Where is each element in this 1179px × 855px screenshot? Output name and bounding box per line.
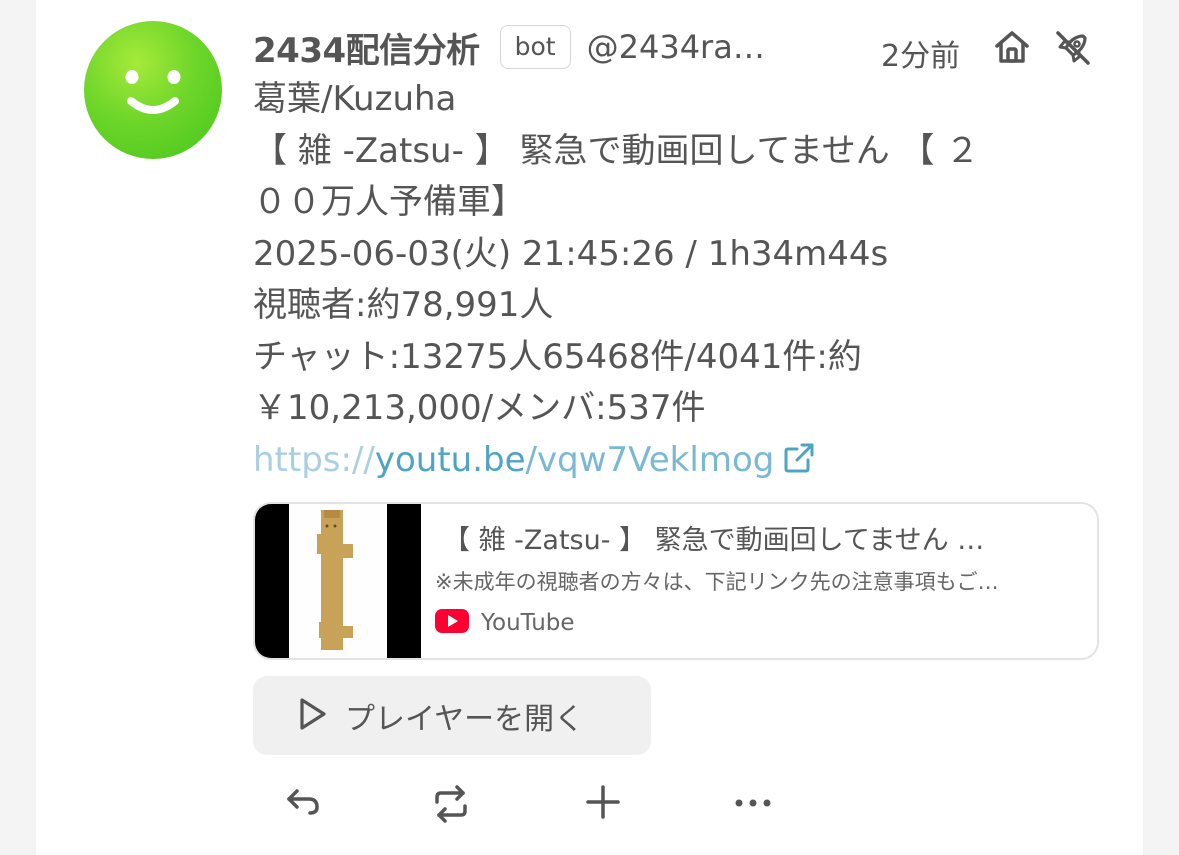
- more-icon[interactable]: [733, 782, 773, 826]
- author-handle[interactable]: @2434ra…: [587, 28, 807, 66]
- thumbnail-image: [289, 504, 387, 658]
- open-player-button[interactable]: プレイヤーを開く: [253, 676, 651, 755]
- text-line: ￥10,213,000/メンバ:537件: [253, 388, 706, 428]
- home-icon: [993, 28, 1031, 70]
- text-line: ００万人予備軍】: [253, 182, 525, 222]
- author-name[interactable]: 2434配信分析: [253, 23, 480, 72]
- note-text: 葛葉/Kuzuha 【 雑 -Zatsu- 】 緊急で動画回してません 【 ２ …: [253, 74, 1083, 490]
- bot-badge: bot: [499, 25, 571, 69]
- open-player-label: プレイヤーを開く: [345, 701, 585, 737]
- preview-site: YouTube: [435, 606, 575, 640]
- rocket-off-icon: [1053, 28, 1093, 72]
- preview-site-name: YouTube: [481, 610, 575, 636]
- link-scheme[interactable]: https://: [253, 440, 375, 480]
- external-link-icon[interactable]: [782, 439, 816, 491]
- plus-icon[interactable]: [583, 782, 623, 826]
- text-line: 2025-06-03(火) 21:45:26 / 1h34m44s: [253, 233, 889, 274]
- avatar[interactable]: [84, 21, 222, 159]
- note-header: 2434配信分析 bot @2434ra… 2分前: [253, 22, 1113, 75]
- reply-icon[interactable]: [283, 782, 323, 826]
- link-host[interactable]: youtu.be: [375, 440, 526, 480]
- smiley-face-icon: [125, 70, 181, 114]
- preview-thumbnail: [255, 504, 421, 658]
- text-line: チャット:13275人65468件/4041件:約: [253, 336, 862, 377]
- preview-description: ※未成年の視聴者の方々は、下記リンク先の注意事項もご…: [435, 570, 999, 594]
- text-line: 視聴者:約78,991人: [253, 285, 554, 325]
- note-actions: [253, 782, 853, 832]
- youtube-icon: [435, 609, 469, 637]
- url-preview-card[interactable]: 【 雑 -Zatsu- 】 緊急で動画回してません … ※未成年の視聴者の方々は…: [253, 502, 1099, 660]
- video-link[interactable]: https://youtu.be/vqw7Veklmog: [253, 435, 1083, 491]
- text-line: 葛葉/Kuzuha: [253, 79, 457, 119]
- play-icon: [297, 696, 329, 736]
- note-timestamp[interactable]: 2分前: [881, 31, 960, 75]
- text-line: 【 雑 -Zatsu- 】 緊急で動画回してません 【 ２: [253, 130, 980, 171]
- preview-title: 【 雑 -Zatsu- 】 緊急で動画回してません …: [443, 525, 985, 556]
- link-path[interactable]: /vqw7Veklmog: [526, 440, 775, 480]
- repeat-icon[interactable]: [429, 782, 473, 830]
